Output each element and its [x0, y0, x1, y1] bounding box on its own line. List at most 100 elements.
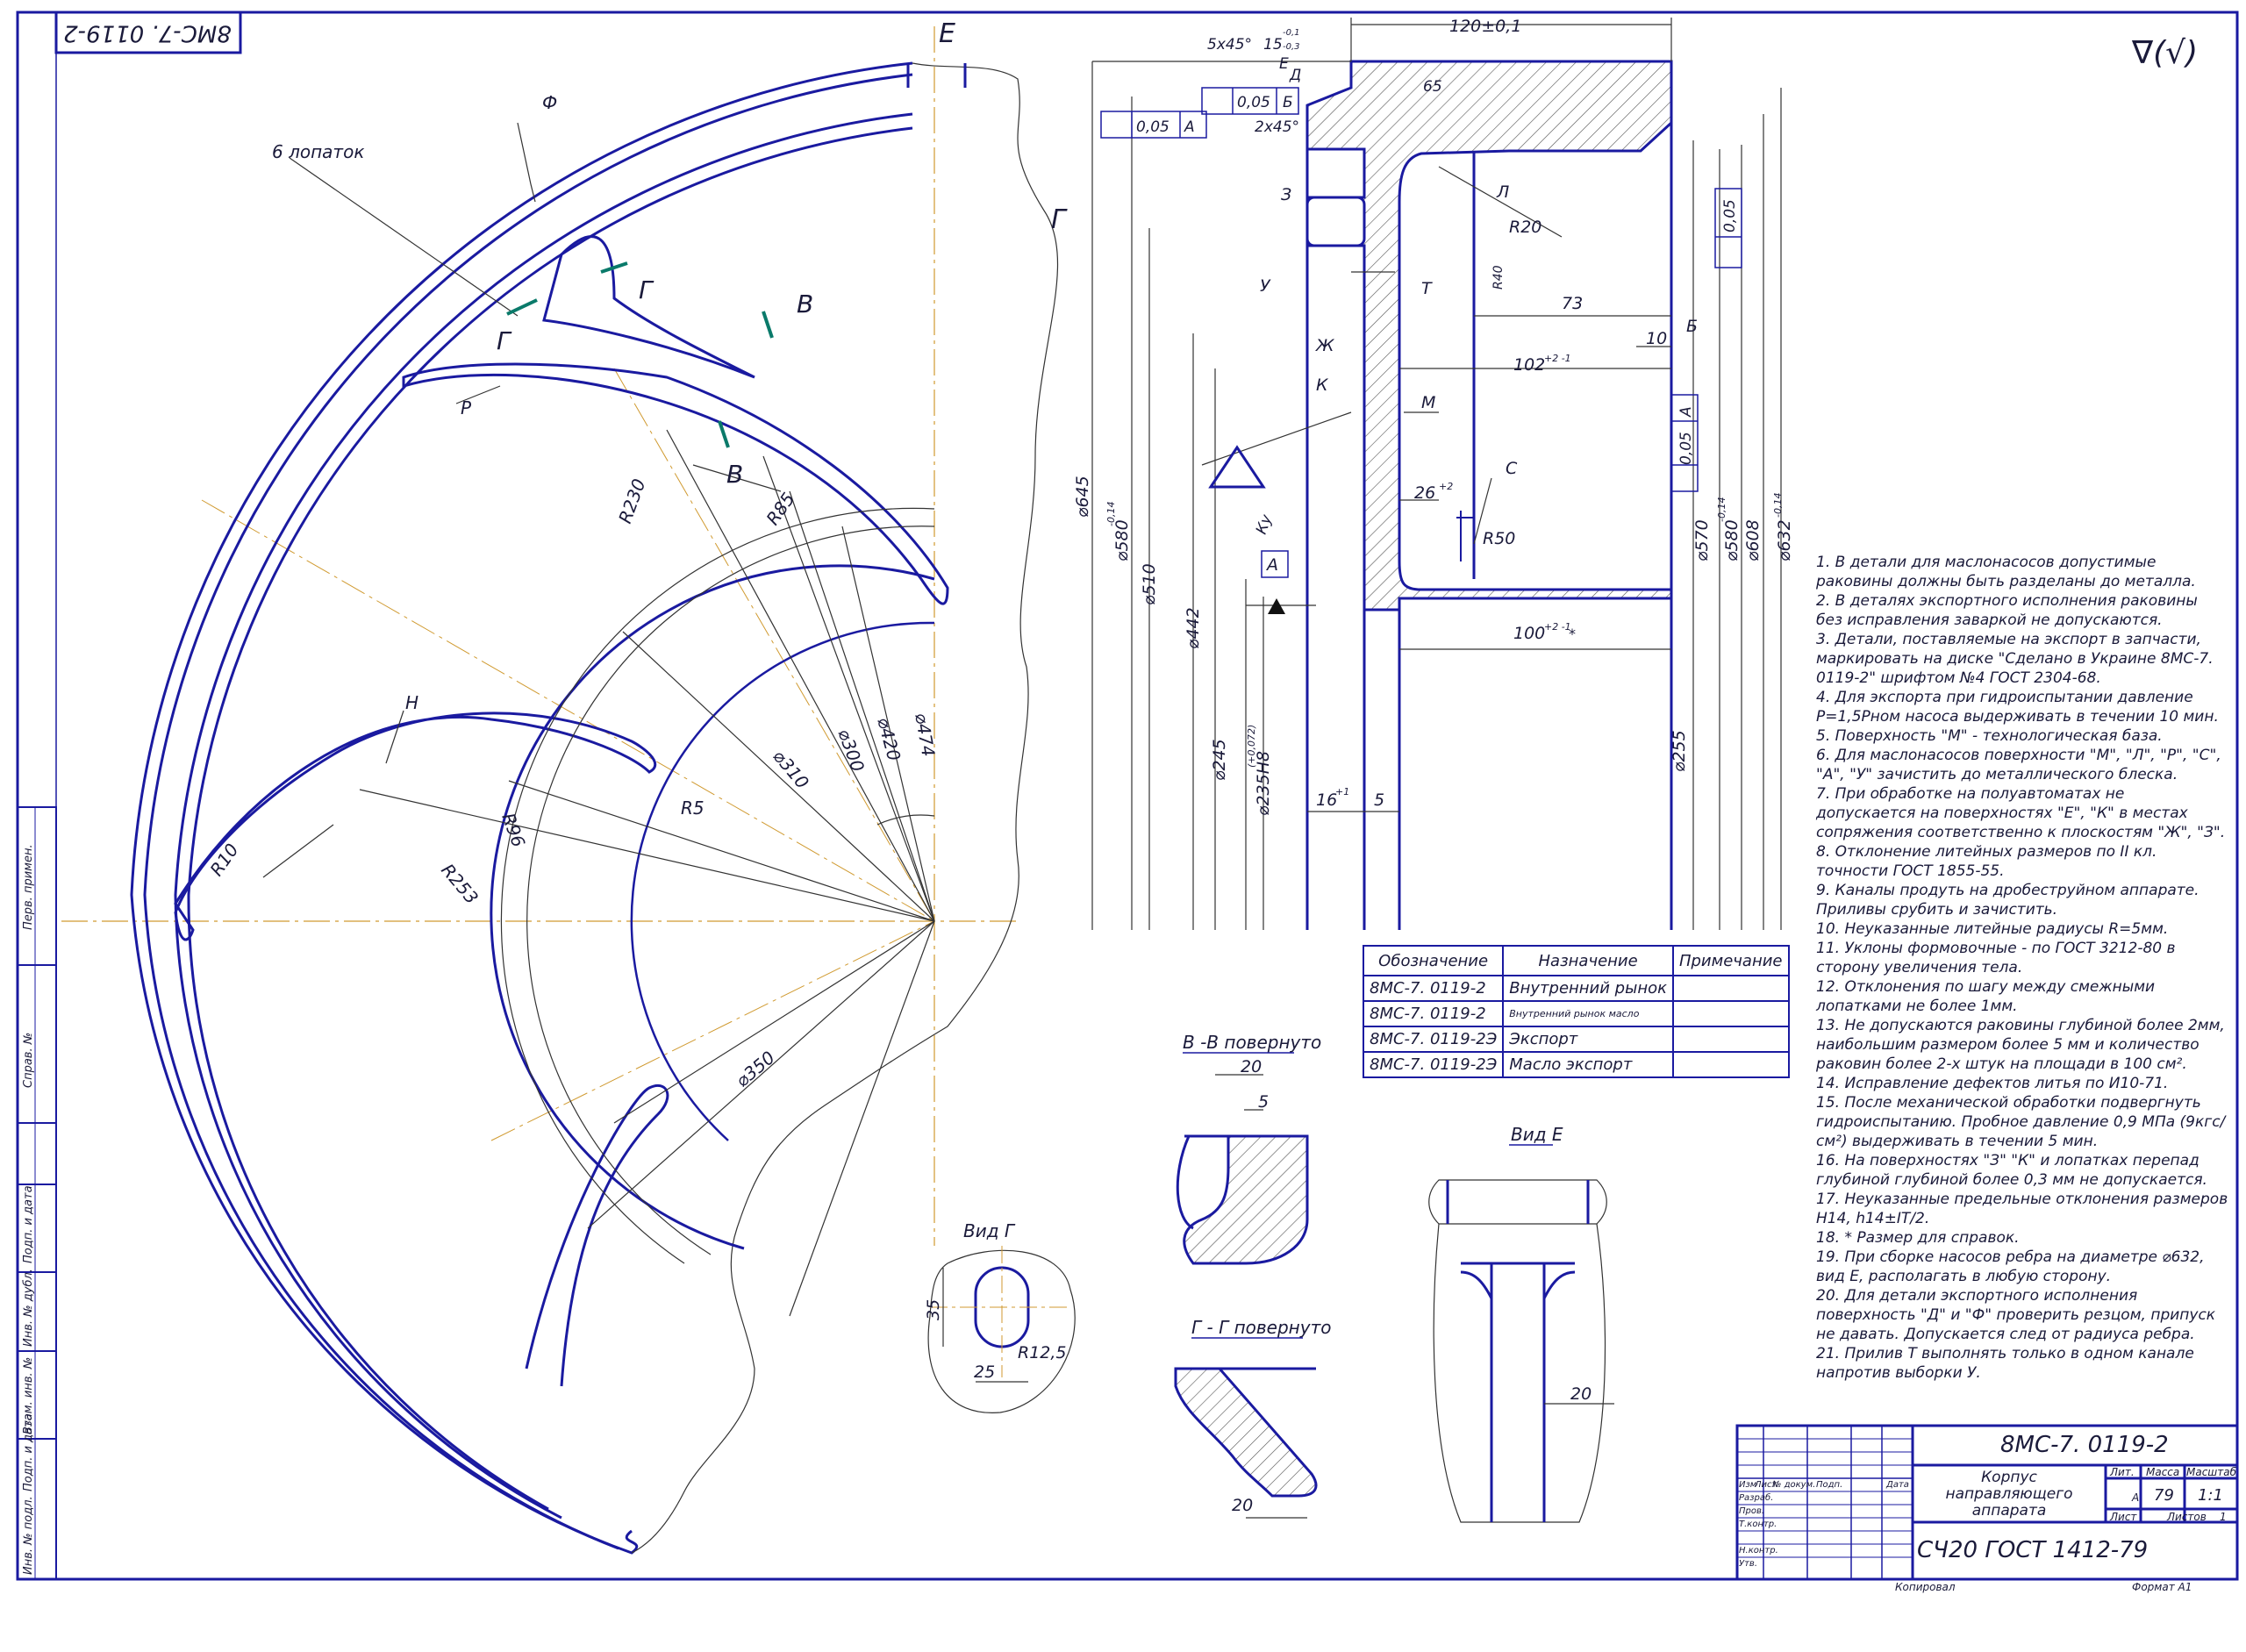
section-v-view: В -В повернуто 20 5 — [1176, 1032, 1321, 1265]
note-item: 4. Для экспорта при гидроиспытании давле… — [1816, 689, 2219, 726]
view-g-radius: R12,5 — [1018, 1343, 1067, 1362]
view-e-detail: Вид Е 20 — [1428, 1124, 1614, 1523]
plan-view: Е Г В В Г Г Ф 6 лопаток Р Н R230 R85 R96… — [61, 18, 1068, 1555]
view-v-title: В -В повернуто — [1183, 1032, 1321, 1053]
note-item: 3. Детали, поставляемые на экспорт в зап… — [1816, 631, 2214, 687]
tol1-ref: Б — [1283, 94, 1293, 111]
note-item: 14. Исправление дефектов литья по И10-71… — [1816, 1075, 2169, 1092]
mass-label: Масса — [2146, 1466, 2180, 1478]
col-header-date: Дата — [1886, 1480, 1909, 1490]
scale-label: Масштаб — [2186, 1466, 2237, 1478]
label-d310: ⌀310 — [769, 746, 813, 793]
label-r20: R20 — [1509, 218, 1541, 237]
dim-73: 73 — [1562, 294, 1583, 313]
dim-d608: ⌀608 — [1743, 519, 1763, 561]
stamp-4: Инв. № дубл. — [22, 1269, 35, 1347]
note-item: 9. Каналы продуть на дробеструйном аппар… — [1816, 882, 2200, 919]
dim-16-tol: +1 — [1335, 786, 1349, 797]
note-item: 20. Для детали экспортного исполнения по… — [1816, 1287, 2216, 1343]
stamp-7: Инв. № подл. — [22, 1496, 35, 1575]
label-s: С — [1506, 459, 1518, 478]
note-item: 2. В деталях экспортного исполнения рако… — [1816, 592, 2198, 629]
tol4-value: 0,05 — [1721, 199, 1739, 232]
label-n: Н — [405, 692, 418, 713]
mass-value: 79 — [2154, 1486, 2174, 1505]
view-g-detail: Вид Г 35 25 R12,5 — [924, 1220, 1076, 1413]
dim-d580b: ⌀580 — [1722, 519, 1742, 561]
note-item: 10. Неуказанные литейные радиусы R=5мм. — [1816, 920, 2169, 938]
spec-cell — [1671, 1051, 1790, 1078]
side-stamp-column: Перв. примен. Справ. № Подп. и дата Инв.… — [17, 806, 57, 1580]
tol1-value: 0,05 — [1237, 94, 1270, 111]
section-g-label-2: Г — [497, 326, 512, 355]
dim-d645: ⌀645 — [1073, 476, 1092, 518]
dim-100-tol: +2 -1 — [1544, 621, 1571, 633]
dim-10: 10 — [1646, 329, 1667, 348]
top-stamp-text: 8МС-7. 0119-2 — [63, 20, 232, 46]
section-g-view: Г - Г повернуто 20 — [1174, 1317, 1331, 1519]
view-v-dim5: 5 — [1258, 1092, 1269, 1112]
stamp-1: Перв. примен. — [22, 844, 35, 930]
view-g-title: Г - Г повернуто — [1191, 1317, 1331, 1338]
label-r253: R253 — [437, 860, 483, 908]
note-item: 18. * Размер для справок. — [1816, 1229, 2020, 1247]
specification-table: Обозначение Назначение Примечание 8МС-7.… — [1362, 945, 1790, 1078]
col-header-doc: № докум. — [1772, 1480, 1816, 1490]
note-item: 1. В детали для маслонасосов допустимые … — [1816, 554, 2196, 590]
view-e-title: Вид Е — [1511, 1124, 1563, 1145]
note-item: 7. При обработке на полуавтоматах не доп… — [1816, 785, 2226, 841]
dim-15-tol-up: -0,1 — [1283, 28, 1300, 38]
label-r230: R230 — [614, 476, 649, 526]
dim-16: 16 — [1316, 790, 1337, 810]
note-item: 6. Для маслонасосов поверхности "М", "Л"… — [1816, 747, 2221, 783]
label-d: Д — [1289, 67, 1301, 84]
dim-d510: ⌀510 — [1140, 563, 1159, 605]
material: СЧ20 ГОСТ 1412-79 — [1917, 1537, 2149, 1563]
spec-cell: 8МС-7. 0119-2 — [1362, 975, 1505, 1002]
format-label: Формат А1 — [2132, 1581, 2192, 1593]
spec-cell: 8МС-7. 0119-2 — [1362, 1000, 1505, 1027]
note-item: 15. После механической обработки подверг… — [1816, 1094, 2226, 1150]
dim-d442: ⌀442 — [1184, 607, 1203, 649]
label-t: Т — [1421, 279, 1433, 298]
note-item: 21. Прилив Т выполнять только в одном ка… — [1816, 1345, 2194, 1382]
spec-row: 8МС-7. 0119-2Э Масло экспорт — [1362, 1051, 1790, 1078]
roughness-symbol: ∇(√) — [2131, 35, 2198, 71]
spec-row: 8МС-7. 0119-2 Внутренний рынок масло — [1362, 1000, 1790, 1027]
dim-102-tol: +2 -1 — [1544, 353, 1571, 364]
doc-number: 8МС-7. 0119-2 — [2000, 1432, 2169, 1458]
view-g-detail-title: Вид Г — [963, 1220, 1016, 1241]
dim-d632: ⌀632 — [1775, 519, 1794, 561]
label-l: Л — [1496, 182, 1509, 202]
label-m: М — [1421, 393, 1435, 412]
section-v-label-2: В — [726, 460, 743, 489]
note-item: 11. Уклоны формовочные - по ГОСТ 3212-80… — [1816, 940, 2176, 976]
technical-notes: 1. В детали для маслонасосов допустимые … — [1816, 553, 2228, 1383]
label-r40: R40 — [1491, 265, 1506, 290]
label-p: Р — [461, 397, 472, 418]
view-v-dim20: 20 — [1241, 1057, 1262, 1076]
label-blades: 6 лопаток — [272, 141, 364, 162]
label-z: З — [1281, 185, 1291, 204]
note-item: 16. На поверхностях "З" "К" и лопатках п… — [1816, 1152, 2207, 1189]
role-checker: Пров. — [1739, 1506, 1765, 1516]
dim-d632-tol: -0,14 — [1772, 493, 1784, 518]
top-stamp: 8МС-7. 0119-2 — [54, 11, 242, 54]
dim-15: 15 — [1263, 36, 1283, 54]
dim-120: 120±0,1 — [1449, 17, 1521, 36]
spec-header-note: Примечание — [1671, 945, 1790, 976]
note-item: 17. Неуказанные предельные отклонения ра… — [1816, 1191, 2228, 1227]
tol3-ref: А — [1677, 406, 1695, 418]
dim-15-tol-dn: -0,3 — [1283, 42, 1300, 52]
lit-value: А — [2132, 1491, 2140, 1504]
spec-row: 8МС-7. 0119-2Э Экспорт — [1362, 1026, 1790, 1053]
label-e: Е — [1279, 55, 1289, 73]
spec-cell: Масло экспорт — [1502, 1051, 1674, 1078]
dim-5: 5 — [1374, 790, 1384, 810]
spec-cell: Внутренний рынок — [1502, 975, 1674, 1002]
label-r5: R5 — [681, 797, 705, 819]
spec-header-purpose: Назначение — [1502, 945, 1674, 976]
dim-d570: ⌀570 — [1692, 519, 1712, 561]
note-item: 12. Отклонения по шагу между смежными ло… — [1816, 978, 2156, 1015]
view-e-arrow-label: Е — [939, 18, 955, 49]
